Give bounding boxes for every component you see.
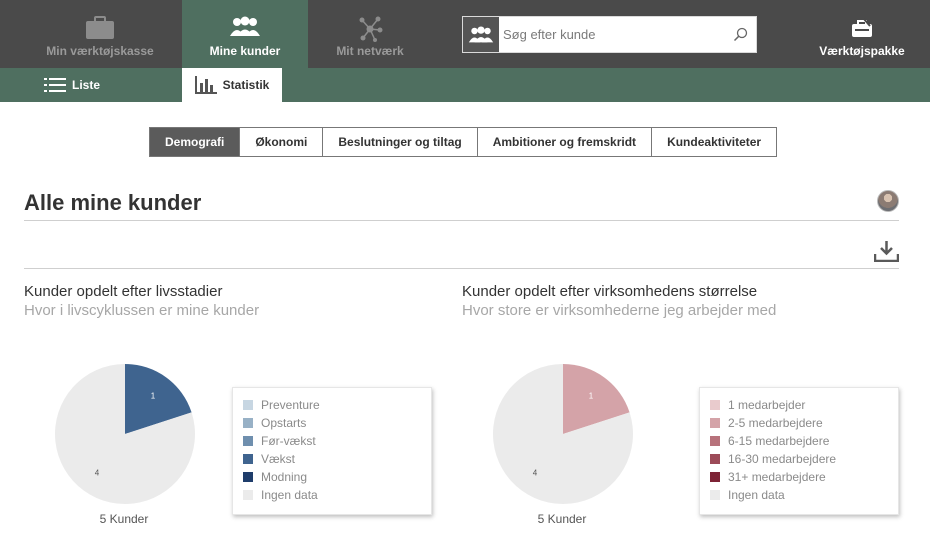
legend-swatch xyxy=(243,490,253,500)
tab-ambitions-progress[interactable]: Ambitioner og fremskridt xyxy=(476,128,652,156)
legend-swatch xyxy=(710,490,720,500)
lifecycle-pie-chart: 14 xyxy=(55,364,196,504)
legend-item: Vækst xyxy=(243,450,431,468)
legend-label: Opstarts xyxy=(261,416,307,430)
nav-label: Mit netværk xyxy=(336,44,404,58)
legend-item: 16-30 medarbejdere xyxy=(710,450,898,468)
legend-swatch xyxy=(243,472,253,482)
nav-my-network[interactable]: Mit netværk xyxy=(307,0,433,68)
legend-item: Preventure xyxy=(243,396,431,414)
nav-my-toolbox[interactable]: Min værktøjskasse xyxy=(37,0,163,68)
chart-subtitle: Hvor i livscyklussen er mine kunder xyxy=(24,302,260,319)
statistics-category-tabs: Demografi Økonomi Beslutninger og tiltag… xyxy=(149,127,778,157)
toolkit-label: Værktøjspakke xyxy=(819,44,905,58)
legend-swatch xyxy=(710,418,720,428)
divider xyxy=(24,220,899,221)
tab-statistics[interactable]: Statistik xyxy=(182,68,282,102)
company-size-pie-chart: 14 xyxy=(493,364,633,504)
tab-customer-activities[interactable]: Kundeaktiviteter xyxy=(651,128,777,156)
legend-swatch xyxy=(710,400,720,410)
legend-label: 6-15 medarbejdere xyxy=(728,434,830,448)
legend-item: Ingen data xyxy=(710,486,898,504)
chart-title: Kunder opdelt efter virksomhedens større… xyxy=(462,283,758,300)
legend-item: 2-5 medarbejdere xyxy=(710,414,898,432)
legend-swatch xyxy=(710,472,720,482)
chart-legend: Preventure Opstarts Før-vækst Vækst Modn… xyxy=(232,387,432,515)
legend-label: Preventure xyxy=(261,398,320,412)
legend-item: Opstarts xyxy=(243,414,431,432)
search-input[interactable] xyxy=(503,23,723,46)
legend-item: Modning xyxy=(243,468,431,486)
chart-subtitle: Hvor store er virksomhederne jeg arbejde… xyxy=(462,302,777,319)
legend-label: Før-vækst xyxy=(261,434,316,448)
legend-item: 6-15 medarbejdere xyxy=(710,432,898,450)
pie-slice-value: 1 xyxy=(151,391,156,400)
tab-statistics-label: Statistik xyxy=(222,78,270,92)
legend-label: 31+ medarbejdere xyxy=(728,470,826,484)
toolkit-package-button[interactable]: Værktøjspakke xyxy=(810,0,914,68)
tab-demography[interactable]: Demografi xyxy=(150,128,240,156)
tab-decisions-actions[interactable]: Beslutninger og tiltag xyxy=(322,128,477,156)
nav-my-customers[interactable]: Mine kunder xyxy=(182,0,308,68)
pie-caption: 5 Kunder xyxy=(99,512,149,526)
legend-label: Vækst xyxy=(261,452,296,466)
top-navigation-bar: Min værktøjskasse Mine kunder Mit netvær… xyxy=(0,0,930,68)
legend-swatch xyxy=(243,436,253,446)
chart-legend: 1 medarbejder 2-5 medarbejdere 6-15 meda… xyxy=(699,387,899,515)
nav-label: Min værktøjskasse xyxy=(46,44,154,58)
divider xyxy=(24,268,899,269)
customers-icon xyxy=(230,16,260,36)
legend-label: Ingen data xyxy=(728,488,785,502)
search-icon[interactable] xyxy=(733,27,748,42)
legend-label: 2-5 medarbejdere xyxy=(728,416,823,430)
legend-swatch xyxy=(243,418,253,428)
legend-item: Ingen data xyxy=(243,486,431,504)
legend-item: 1 medarbejder xyxy=(710,396,898,414)
legend-item: 31+ medarbejdere xyxy=(710,468,898,486)
sub-navigation-bar: Liste Statistik xyxy=(0,68,930,102)
legend-swatch xyxy=(710,436,720,446)
legend-label: 1 medarbejder xyxy=(728,398,806,412)
legend-label: Modning xyxy=(261,470,308,484)
tab-list[interactable]: Liste xyxy=(44,68,144,102)
network-icon xyxy=(359,16,383,42)
legend-label: Ingen data xyxy=(261,488,318,502)
page-title: Alle mine kunder xyxy=(24,190,202,215)
customer-search xyxy=(462,16,757,53)
legend-swatch xyxy=(243,400,253,410)
customers-icon xyxy=(463,17,499,52)
legend-swatch xyxy=(710,454,720,464)
pie-caption: 5 Kunder xyxy=(537,512,587,526)
nav-label: Mine kunder xyxy=(209,44,281,58)
avatar[interactable] xyxy=(877,190,899,212)
bar-chart-icon xyxy=(194,76,217,94)
list-icon xyxy=(44,78,66,92)
pie-slice-value: 4 xyxy=(533,469,538,478)
pie-slice-value: 1 xyxy=(589,391,594,400)
pie-slice-value: 4 xyxy=(95,469,100,478)
legend-item: Før-vækst xyxy=(243,432,431,450)
briefcase-icon xyxy=(86,16,114,39)
toolkit-icon xyxy=(852,18,872,37)
chart-title: Kunder opdelt efter livsstadier xyxy=(24,283,223,300)
tab-economy[interactable]: Økonomi xyxy=(239,128,323,156)
download-icon[interactable] xyxy=(874,240,899,262)
tab-list-label: Liste xyxy=(72,78,101,92)
legend-swatch xyxy=(243,454,253,464)
legend-label: 16-30 medarbejdere xyxy=(728,452,837,466)
